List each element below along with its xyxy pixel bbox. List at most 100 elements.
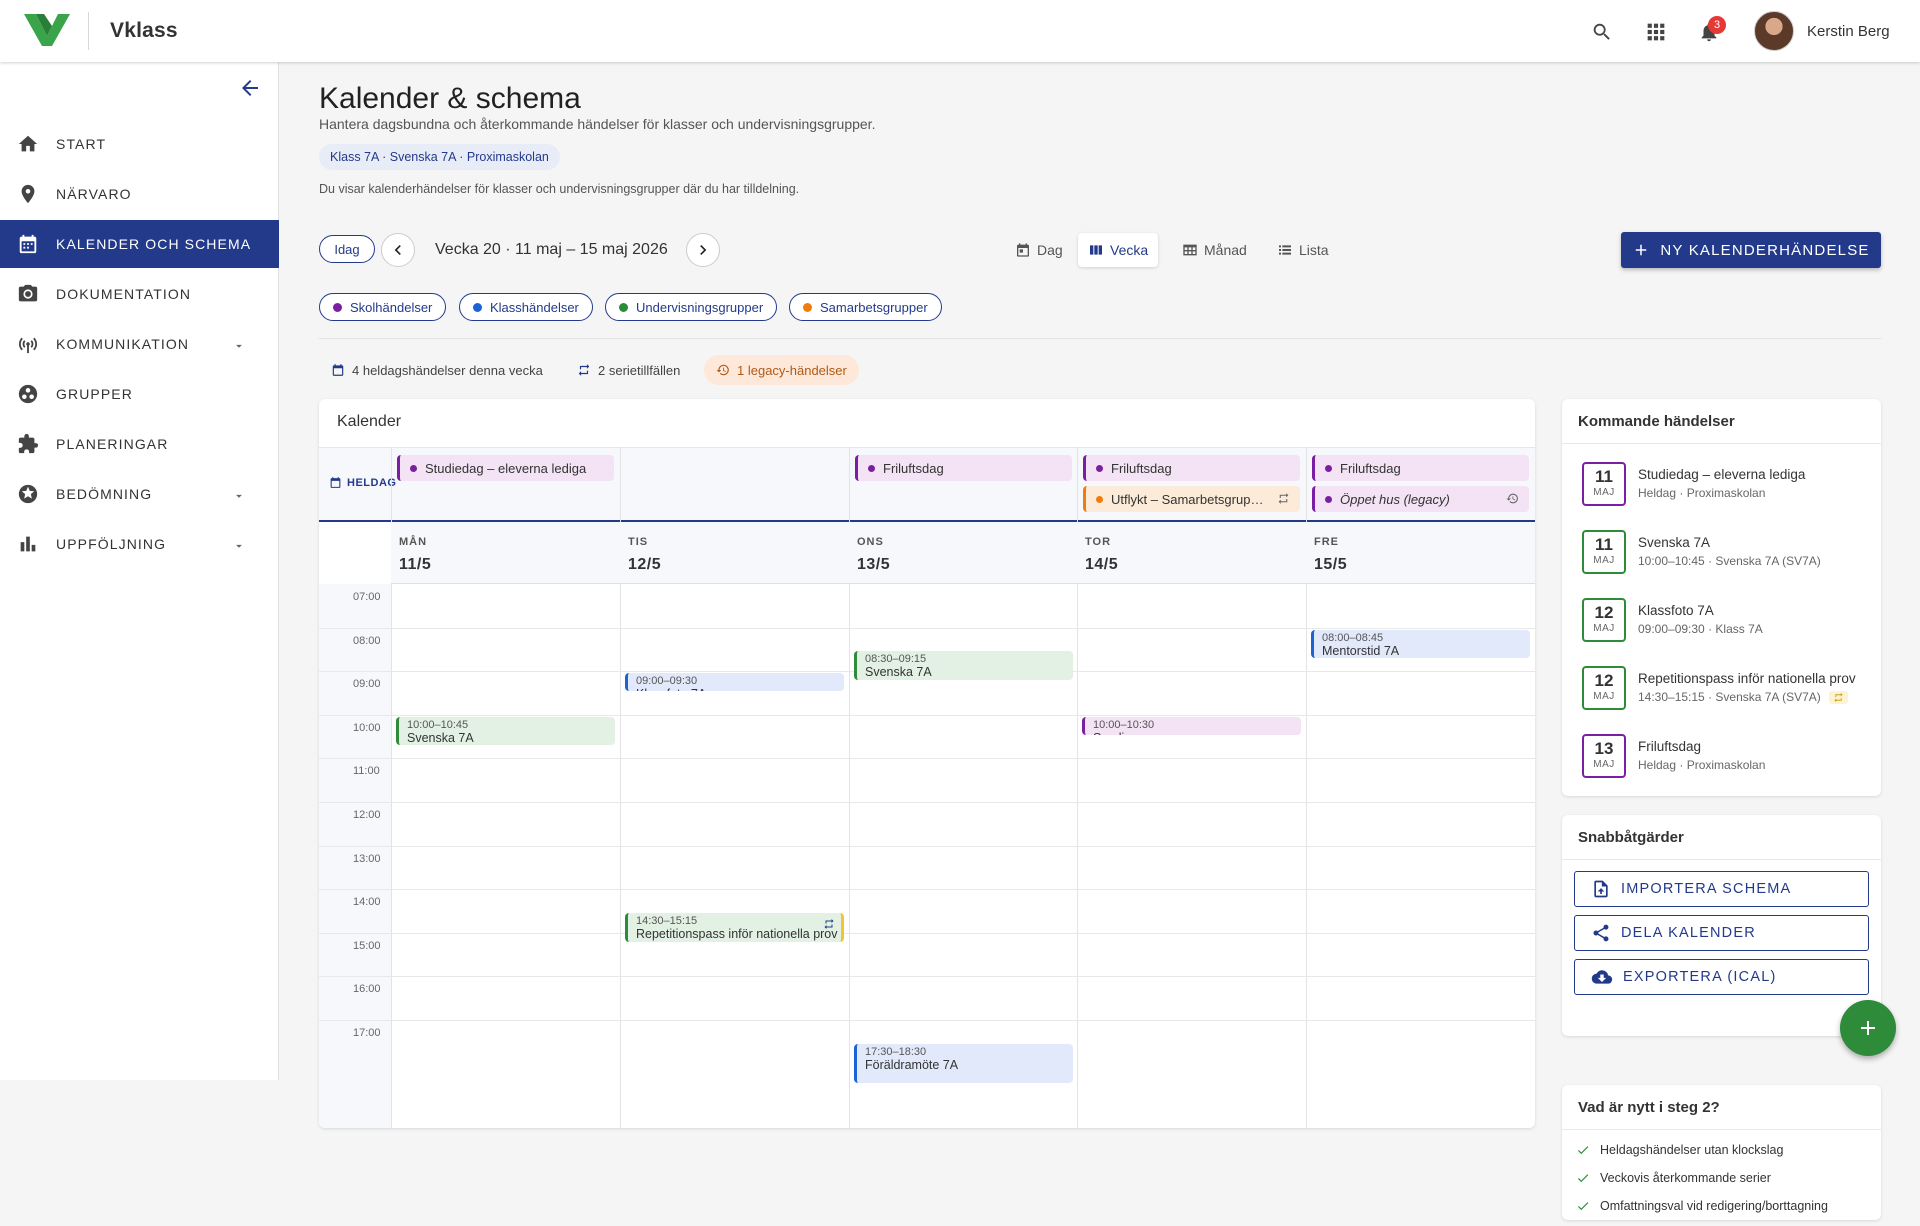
allday-event[interactable]: Utflykt – Samarbetsgrup…: [1083, 486, 1300, 512]
sidebar-item-label: KOMMUNIKATION: [56, 336, 190, 352]
calendar-event[interactable]: 10:00–10:30Samling: [1082, 716, 1301, 735]
caret-down-icon: [232, 489, 246, 508]
today-button[interactable]: Idag: [319, 235, 375, 263]
divider: [1562, 443, 1881, 444]
apps-grid-icon[interactable]: [1643, 19, 1669, 45]
calendar-event[interactable]: 17:30–18:30 Föräldramöte 7A: [854, 1043, 1073, 1084]
history-icon: [716, 364, 729, 376]
stat-legacy-label: 1 legacy-händelser: [737, 362, 847, 378]
upcoming-item[interactable]: 13 MAJ Friluftsdag Heldag · Proximaskolan: [1582, 734, 1872, 780]
upcoming-item[interactable]: 11 MAJ Studiedag – eleverna lediga Heldag ·…: [1582, 462, 1872, 508]
upcoming-subtitle-text: 09:00–09:30 · Klass 7A: [1638, 622, 1763, 636]
allday-event[interactable]: Studiedag – eleverna lediga: [397, 455, 614, 481]
day-header: FRE 15/5: [1306, 522, 1535, 584]
filter-color-dot: [473, 302, 482, 312]
vklass-logo[interactable]: [24, 14, 70, 46]
sidebar-item-label: UPPFÖLJNING: [56, 536, 167, 552]
import-schedule-button[interactable]: IMPORTERA SCHEMA: [1574, 871, 1869, 907]
hour-gridline: [319, 802, 1535, 803]
date-month: MAJ: [1593, 691, 1615, 702]
time-label: 13:00: [353, 852, 381, 865]
calendar-event[interactable]: 10:00–10:45 Svenska 7A: [396, 716, 615, 746]
upcoming-title: Studiedag – eleverna lediga: [1638, 467, 1806, 482]
add-event-fab[interactable]: [1840, 1000, 1896, 1056]
export-ical-button[interactable]: EXPORTERA (ICAL): [1574, 959, 1869, 995]
day-header: ONS 13/5: [849, 522, 1078, 584]
hour-gridline: [319, 758, 1535, 760]
view-tab-week[interactable]: Vecka: [1078, 233, 1159, 267]
allday-event[interactable]: Friluftsdag: [1083, 455, 1300, 481]
filter-chip-1[interactable]: Skolhändelser: [319, 293, 447, 321]
upcoming-item[interactable]: 12 MAJ Klassfoto 7A 09:00–09:30 · Klass 7A: [1582, 598, 1872, 644]
sidebar-item-calendar[interactable]: KALENDER OCH SCHEMA: [0, 220, 279, 268]
sidebar-item-puzzle[interactable]: PLANERINGAR: [0, 420, 279, 468]
next-week-button[interactable]: [686, 233, 720, 267]
user-name[interactable]: Kerstin Berg: [1807, 23, 1890, 40]
avatar[interactable]: [1754, 11, 1794, 51]
whats-new-text: Heldagshändelser utan klockslag: [1600, 1143, 1784, 1157]
event-title: Föräldramöte 7A: [865, 1057, 959, 1072]
notification-badge: 3: [1708, 16, 1726, 34]
filter-color-dot: [803, 302, 812, 312]
view-tab-day[interactable]: Dag: [1005, 233, 1073, 267]
brand-name[interactable]: Vklass: [110, 19, 178, 43]
calendar-event[interactable]: 08:00–08:45 Mentorstid 7A: [1311, 629, 1530, 659]
sidebar-item-groups[interactable]: GRUPPER: [0, 370, 279, 418]
event-title: Svenska 7A: [865, 665, 932, 680]
sidebar-item-label: PLANERINGAR: [56, 436, 169, 452]
time-label: 11:00: [353, 765, 380, 778]
allday-event-title: Utflykt – Samarbetsgrup…: [1111, 491, 1264, 507]
calendar-event[interactable]: 14:30–15:15 Repetitionspass inför natione…: [625, 913, 844, 942]
upcoming-subtitle-text: 10:00–10:45 · Svenska 7A (SV7A): [1638, 554, 1821, 568]
allday-event[interactable]: Friluftsdag: [1312, 455, 1529, 481]
previous-week-button[interactable]: [381, 233, 415, 267]
upcoming-subtitle: Heldag · Proximaskolan: [1638, 486, 1765, 500]
plus-icon: [1861, 1021, 1875, 1035]
filter-chip-4[interactable]: Samarbetsgrupper: [789, 293, 942, 321]
sidebar-item-label: NÄRVARO: [56, 186, 132, 202]
event-time: 08:00–08:45: [1322, 631, 1384, 644]
upcoming-item[interactable]: 11 MAJ Svenska 7A 10:00–10:45 · Svenska 7A …: [1582, 530, 1872, 576]
sidebar-item-home[interactable]: START: [0, 120, 279, 168]
import-schedule-label: IMPORTERA SCHEMA: [1621, 881, 1792, 897]
calendar-icon: [332, 364, 344, 376]
view-tab-list[interactable]: Lista: [1267, 233, 1339, 267]
sidebar-item-location-pin[interactable]: NÄRVARO: [0, 170, 279, 218]
collapse-sidebar-arrow-icon[interactable]: [238, 76, 264, 102]
home-icon: [16, 132, 40, 156]
hour-gridline: [319, 714, 1535, 716]
new-event-button[interactable]: NY KALENDERHÄNDELSE: [1621, 232, 1881, 268]
hour-gridline: [319, 627, 1535, 629]
sidebar-item-star[interactable]: BEDÖMNING: [0, 470, 279, 518]
date-day: 13: [1594, 739, 1614, 758]
allday-event[interactable]: Öppet hus (legacy): [1312, 486, 1529, 512]
week-label: Vecka 20 · 11 maj – 15 maj 2026: [435, 241, 668, 258]
upcoming-subtitle-text: 14:30–15:15 · Svenska 7A (SV7A): [1638, 690, 1821, 704]
allday-event[interactable]: Friluftsdag: [855, 455, 1072, 481]
caret-down-icon: [232, 539, 246, 558]
top-bar: Vklass 3 Kerstin Berg: [0, 0, 1920, 62]
filter-color-dot: [619, 302, 628, 312]
whats-new-title: Vad är nytt i steg 2?: [1578, 1099, 1720, 1116]
calendar-event[interactable]: 09:00–09:30Klassfoto 7A: [625, 673, 844, 691]
upcoming-subtitle-text: Heldag · Proximaskolan: [1638, 486, 1766, 500]
sidebar-item-camera[interactable]: DOKUMENTATION: [0, 270, 279, 318]
calendar-day-icon: [1017, 243, 1029, 257]
upcoming-title: Friluftsdag: [1638, 739, 1702, 754]
day-header: MÅN 11/5: [391, 522, 620, 584]
upcoming-item[interactable]: 12 MAJ Repetitionspass inför nationella pr…: [1582, 666, 1872, 712]
date-day: 11: [1595, 535, 1613, 554]
view-tab-month[interactable]: Månad: [1172, 233, 1257, 267]
repeat-icon: [1828, 691, 1848, 705]
upcoming-subtitle: 10:00–10:45 · Svenska 7A (SV7A): [1638, 554, 1821, 568]
filter-chip-2[interactable]: Klasshändelser: [459, 293, 593, 321]
logo-divider: [88, 12, 89, 50]
calendar-event[interactable]: 08:30–09:15 Svenska 7A: [854, 651, 1073, 681]
search-icon[interactable]: [1589, 19, 1615, 45]
event-time: 14:30–15:15: [636, 915, 698, 927]
sidebar-item-broadcast[interactable]: KOMMUNIKATION: [0, 320, 279, 368]
share-calendar-button[interactable]: DELA KALENDER: [1574, 915, 1869, 951]
filter-chip-3[interactable]: Undervisningsgrupper: [605, 293, 778, 321]
sidebar-item-bar-chart[interactable]: UPPFÖLJNING: [0, 520, 279, 568]
event-color-dot: [410, 464, 417, 472]
